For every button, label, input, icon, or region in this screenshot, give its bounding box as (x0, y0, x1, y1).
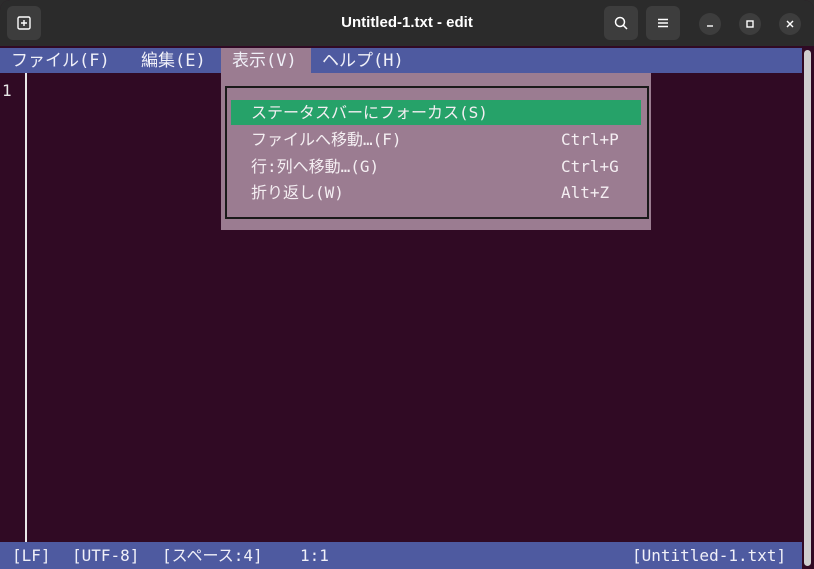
menu-edit[interactable]: 編集(E) (130, 48, 206, 73)
menu-item-label: ステータスバーにフォーカス(S) (251, 103, 488, 122)
menu-button[interactable] (646, 6, 680, 40)
minimize-icon (707, 25, 713, 27)
menu-help[interactable]: ヘルプ(H) (311, 48, 404, 73)
menu-item-shortcut: Ctrl+G (561, 157, 619, 176)
menu-item-label: ファイルへ移動…(F) (251, 130, 402, 149)
gutter-divider (25, 73, 27, 542)
window-title: Untitled-1.txt - edit (341, 14, 473, 31)
search-button[interactable] (604, 6, 638, 40)
menu-view[interactable]: 表示(V) (221, 48, 311, 73)
status-filename: [Untitled-1.txt] (632, 546, 787, 565)
maximize-button[interactable] (739, 13, 761, 35)
close-icon (786, 20, 794, 28)
line-number: 1 (2, 81, 12, 100)
scrollbar-thumb[interactable] (804, 50, 811, 566)
menu-bar: ファイル(F) 編集(E) 表示(V) ヘルプ(H) (0, 48, 802, 73)
menu-item-goto-file[interactable]: ファイルへ移動…(F) Ctrl+P (231, 127, 641, 152)
menu-item-label: 行:列へ移動…(G) (251, 157, 380, 176)
menu-item-label: 折り返し(W) (251, 183, 344, 202)
status-bar: [LF] [UTF-8] [スペース:4] 1:1 [Untitled-1.tx… (0, 542, 802, 569)
menu-item-shortcut: Ctrl+P (561, 130, 619, 149)
search-icon (614, 16, 628, 30)
menu-item-shortcut: Alt+Z (561, 183, 610, 202)
close-button[interactable] (779, 13, 801, 35)
status-line-ending[interactable]: [LF] (12, 542, 51, 569)
hamburger-menu-icon (658, 18, 668, 28)
status-cursor-position[interactable]: 1:1 (300, 542, 329, 569)
minimize-button[interactable] (699, 13, 721, 35)
status-indent[interactable]: [スペース:4] (162, 542, 263, 569)
menu-file[interactable]: ファイル(F) (0, 48, 110, 73)
title-bar: Untitled-1.txt - edit (0, 0, 814, 46)
maximize-icon (746, 20, 754, 28)
menu-item-focus-statusbar[interactable]: ステータスバーにフォーカス(S) (231, 100, 641, 125)
status-encoding[interactable]: [UTF-8] (72, 542, 139, 569)
menu-item-word-wrap[interactable]: 折り返し(W) Alt+Z (231, 180, 641, 205)
menu-item-goto-line[interactable]: 行:列へ移動…(G) Ctrl+G (231, 154, 641, 179)
terminal-window: Untitled-1.txt - edit ファイル(F) 編集(E) 表示(V… (0, 0, 814, 569)
